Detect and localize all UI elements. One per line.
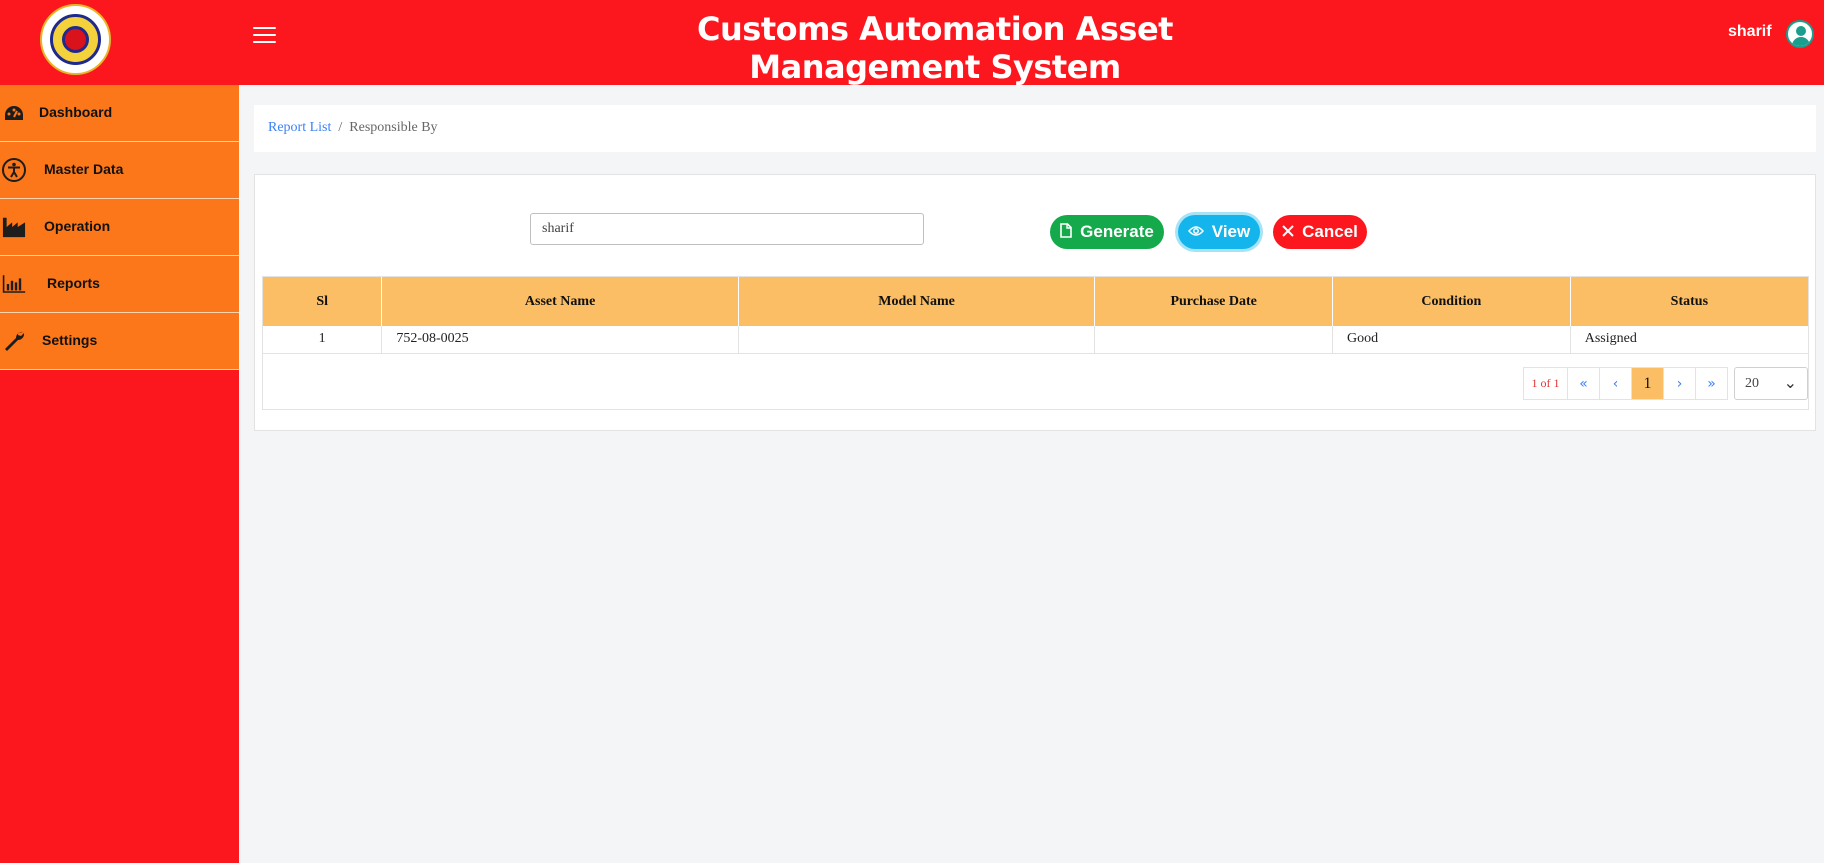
report-table-container: Sl Asset Name Model Name Purchase Date C… bbox=[262, 276, 1809, 410]
first-page-button[interactable]: « bbox=[1568, 367, 1600, 400]
bar-chart-icon bbox=[2, 272, 26, 296]
current-page-button[interactable]: 1 bbox=[1632, 367, 1664, 400]
logo-core bbox=[62, 26, 89, 53]
report-table: Sl Asset Name Model Name Purchase Date C… bbox=[263, 277, 1808, 354]
table-row[interactable]: 1 752-08-0025 Good Assigned bbox=[263, 326, 1808, 354]
wrench-icon bbox=[2, 329, 26, 353]
cell-model-name bbox=[738, 326, 1096, 354]
generate-button[interactable]: Generate bbox=[1050, 215, 1164, 249]
breadcrumb: Report List / Responsible By bbox=[268, 120, 438, 136]
sidebar-item-label: Settings bbox=[42, 332, 98, 348]
sidebar-item-operation[interactable]: Operation bbox=[0, 199, 239, 256]
cell-purchase-date bbox=[1094, 326, 1334, 354]
hamburger-menu-icon[interactable] bbox=[253, 27, 276, 43]
breadcrumb-card: Report List / Responsible By bbox=[254, 105, 1816, 152]
username-label[interactable]: sharif bbox=[1728, 23, 1772, 41]
sidebar-item-settings[interactable]: Settings bbox=[0, 313, 239, 370]
customs-emblem-logo bbox=[40, 4, 111, 75]
table-header-row: Sl Asset Name Model Name Purchase Date C… bbox=[263, 277, 1808, 326]
page-info: 1 of 1 bbox=[1523, 367, 1568, 400]
breadcrumb-separator: / bbox=[338, 120, 343, 135]
column-header-sl[interactable]: Sl bbox=[263, 277, 383, 326]
sidebar-item-label: Master Data bbox=[44, 161, 124, 177]
cancel-button[interactable]: Cancel bbox=[1273, 215, 1367, 249]
eye-icon bbox=[1187, 224, 1204, 241]
responsible-by-input[interactable] bbox=[530, 213, 924, 245]
breadcrumb-current: Responsible By bbox=[349, 120, 438, 135]
sidebar-item-master-data[interactable]: Master Data bbox=[0, 142, 239, 199]
column-header-asset-name[interactable]: Asset Name bbox=[381, 277, 739, 326]
sidebar-item-label: Operation bbox=[44, 218, 111, 234]
generate-label: Generate bbox=[1080, 222, 1154, 241]
page-size-value: 20 bbox=[1745, 375, 1759, 391]
cell-asset-name: 752-08-0025 bbox=[381, 326, 739, 354]
sidebar-item-dashboard[interactable]: Dashboard bbox=[0, 85, 239, 142]
app-title: Customs Automation Asset Management Syst… bbox=[697, 10, 1173, 86]
cell-sl: 1 bbox=[263, 326, 383, 354]
report-card: Generate View Cancel Sl Asset Name Model… bbox=[254, 174, 1816, 431]
top-header: Customs Automation Asset Management Syst… bbox=[0, 0, 1824, 86]
last-page-button[interactable]: » bbox=[1696, 367, 1728, 400]
speedometer-icon bbox=[2, 101, 26, 125]
sidebar-item-label: Dashboard bbox=[39, 104, 113, 120]
column-header-condition[interactable]: Condition bbox=[1332, 277, 1571, 326]
column-header-status[interactable]: Status bbox=[1570, 277, 1808, 326]
column-header-model-name[interactable]: Model Name bbox=[738, 277, 1096, 326]
next-page-button[interactable]: › bbox=[1664, 367, 1696, 400]
pagination: 1 of 1 « ‹ 1 › » bbox=[1523, 367, 1728, 400]
breadcrumb-report-list-link[interactable]: Report List bbox=[268, 120, 331, 135]
sidebar-item-label: Reports bbox=[47, 275, 100, 291]
user-avatar-icon[interactable] bbox=[1786, 20, 1814, 48]
view-label: View bbox=[1211, 222, 1251, 241]
view-button[interactable]: View bbox=[1178, 215, 1260, 249]
accessibility-icon bbox=[2, 158, 26, 182]
close-icon bbox=[1282, 224, 1294, 241]
sidebar-item-reports[interactable]: Reports bbox=[0, 256, 239, 313]
chevron-down-icon: ⌄ bbox=[1783, 373, 1797, 392]
prev-page-button[interactable]: ‹ bbox=[1600, 367, 1632, 400]
cancel-label: Cancel bbox=[1302, 222, 1358, 241]
cell-status: Assigned bbox=[1570, 326, 1808, 354]
cell-condition: Good bbox=[1332, 326, 1571, 354]
page-size-select[interactable]: 20 ⌄ bbox=[1734, 367, 1808, 400]
factory-icon bbox=[2, 215, 26, 239]
column-header-purchase-date[interactable]: Purchase Date bbox=[1094, 277, 1334, 326]
sidebar: Dashboard Master Data Operation Reports … bbox=[0, 85, 239, 863]
file-icon bbox=[1060, 222, 1072, 242]
